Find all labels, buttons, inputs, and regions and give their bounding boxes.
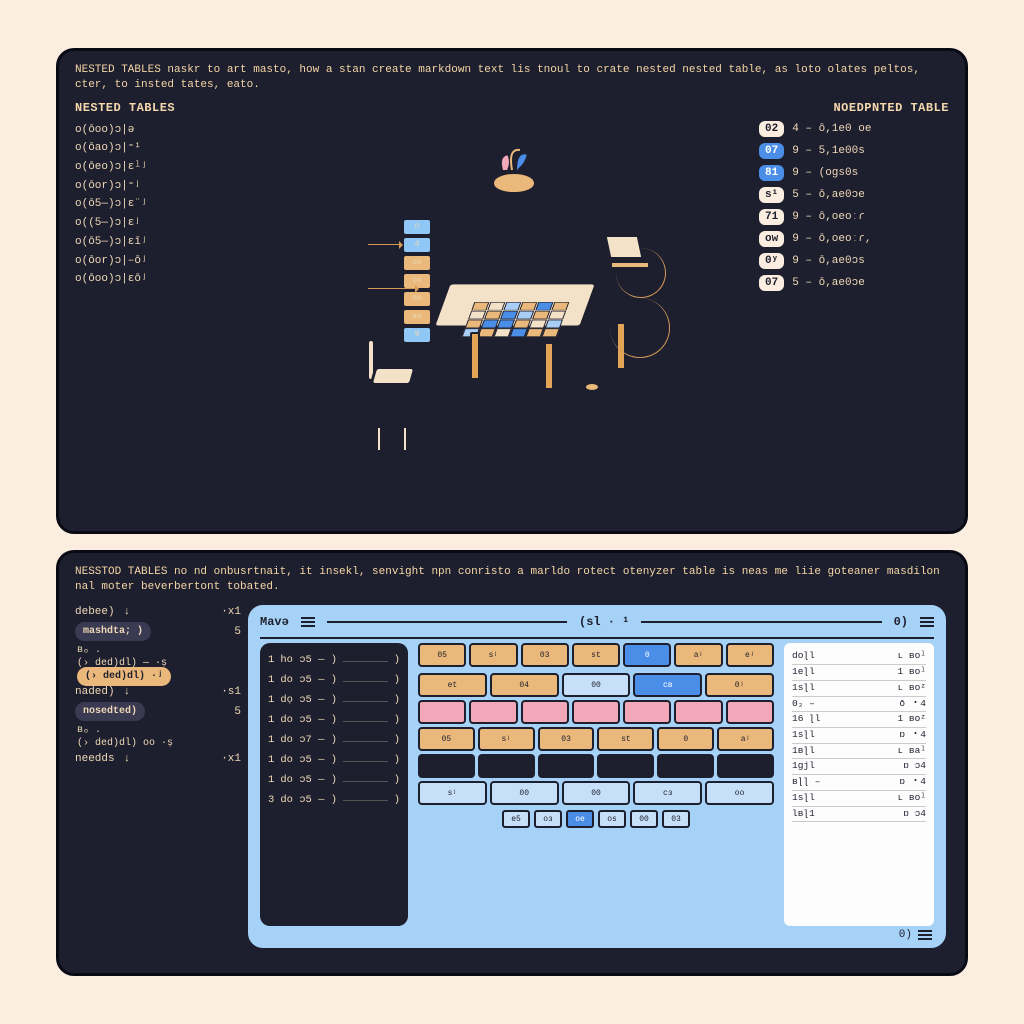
code-row: o(ōor)ɔ|⁼ʲ — [75, 177, 265, 196]
page-cell[interactable]: e5 — [502, 810, 530, 828]
center-grid: 05sʲ03st0aʲeʲet0400cв0ʲ05sʲ03st0aʲsʲ0000… — [418, 643, 774, 925]
bluebar-title: Mavə — [260, 615, 289, 629]
list-icon[interactable] — [918, 928, 932, 942]
data-pair: 024 – ō,1e0 oe — [759, 121, 949, 137]
right-title: NOEDPNTED TABLE — [759, 101, 949, 115]
table-illustration — [440, 270, 590, 350]
data-pair: 819 – (ogs0s — [759, 165, 949, 181]
data-pair: s¹5 – ō,ae0ɔe — [759, 187, 949, 203]
page-cell[interactable]: oe — [566, 810, 594, 828]
blue-output-box[interactable]: Mavə (sl · ¹ 0) 1ho ɔ5 — ))1do ɔ5 — ))1d… — [245, 602, 949, 950]
code-row: o(ō5—)ɔ|ɛ¨ʲ — [75, 195, 265, 214]
data-pair: 075 – ō,ae0ɔe — [759, 275, 949, 291]
isometric-scene: o4ooooooao9 — [279, 101, 745, 509]
data-pair: ow9 – ō,oeoːɾ, — [759, 231, 949, 247]
menu-icon[interactable] — [920, 615, 934, 629]
left-code-block: NESTED TABLES o(ōoo)ɔ|əo(ōao)ɔ|⁼¹o(ōeo)ɔ… — [75, 101, 265, 509]
side-flow: debee)·x1mashdta; )5ʙₒ .(› ded)dl) — ·ṣ(… — [75, 602, 245, 950]
top-intro-text: NESTED TABLES naskr to art masto, how a … — [75, 63, 949, 93]
flow-step: debee)·x1 — [75, 606, 241, 618]
page-cell[interactable]: oз — [534, 810, 562, 828]
code-row: o(ōoo)ɔ|ɛōʲ — [75, 270, 265, 289]
left-title: NESTED TABLES — [75, 101, 265, 115]
flow-step: nosedted)5 — [75, 702, 241, 721]
flow-step: ʙₒ . — [77, 645, 241, 656]
data-pair: 719 – ō,oeoːɾ — [759, 209, 949, 225]
chair-icon — [372, 366, 422, 430]
bluebar-mid: (sl · ¹ — [579, 615, 629, 629]
code-row: o(ōeo)ɔ|ɛˡʲ — [75, 158, 265, 177]
code-row: o(ōao)ɔ|⁼¹ — [75, 139, 265, 158]
flow-step: (› ded)dl) ·ʲ — [77, 671, 241, 682]
footer-indicator: 0) — [899, 928, 932, 942]
flow-step: (› ded)dl) oo ·ṣ — [77, 738, 241, 749]
code-row: o(ōoo)ɔ|ə — [75, 121, 265, 140]
top-panel: NESTED TABLES naskr to art masto, how a … — [56, 48, 968, 534]
hamburger-icon[interactable] — [301, 615, 315, 629]
bottom-panel: NESSTOD TABLES no nd onbusrtnait, it ins… — [56, 550, 968, 976]
paging[interactable]: e5oзoeos0003 — [418, 810, 774, 828]
bluebar-right: 0) — [894, 615, 908, 629]
right-data-column: NOEDPNTED TABLE 024 – ō,1e0 oe 079 – 5,1e… — [759, 101, 949, 509]
numbered-code-list: 1ho ɔ5 — ))1do ɔ5 — ))1dọ ɔ5 — ))1do ɔ5 … — [260, 643, 408, 925]
flow-step: needds·x1 — [75, 753, 241, 765]
code-row: o((5—)ɔ|ɛʲ — [75, 214, 265, 233]
right-value-list: doɭlʟ ʙoˡ1eɭl1 ʙoˡ1sɭlʟ ʙoᶻ0₂ –ō ・416 ɭl… — [784, 643, 934, 925]
page-cell[interactable]: 03 — [662, 810, 690, 828]
flow-step: naded)·s1 — [75, 686, 241, 698]
bottom-intro-text: NESSTOD TABLES no nd onbusrtnait, it ins… — [75, 565, 949, 595]
flow-step: ʙₒ . — [77, 725, 241, 736]
data-pair: 079 – 5,1e00s — [759, 143, 949, 159]
flow-step: mashdta; )5 — [75, 622, 241, 641]
coin-icon — [584, 382, 600, 392]
code-row: o(ōor)ɔ|–ōʲ — [75, 252, 265, 271]
page-cell[interactable]: 00 — [630, 810, 658, 828]
data-pair: 0ʸ9 – ō,ae0ɔs — [759, 253, 949, 269]
code-row: o(ō5—)ɔ|ɛīʲ — [75, 233, 265, 252]
plant-icon — [492, 172, 536, 194]
page-cell[interactable]: os — [598, 810, 626, 828]
